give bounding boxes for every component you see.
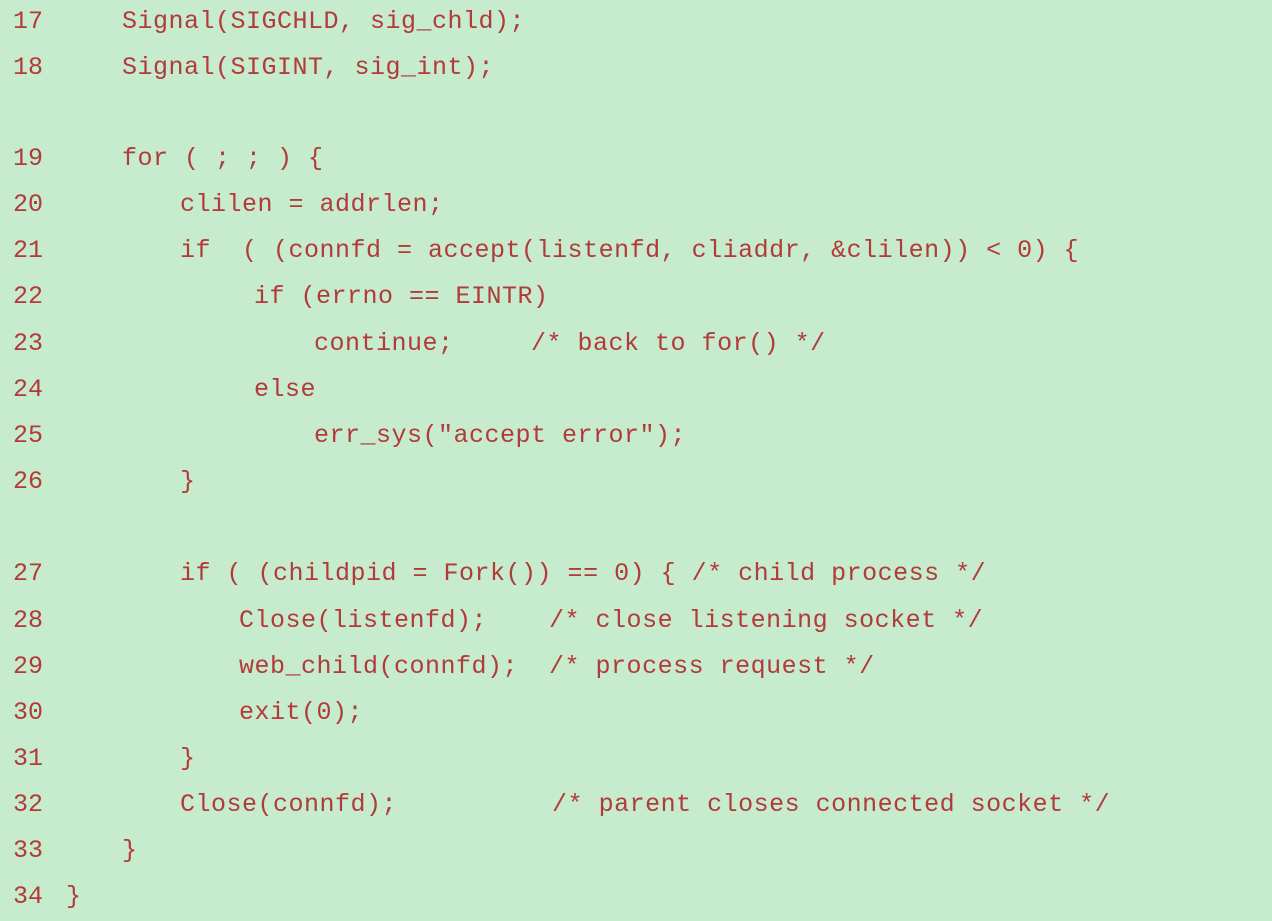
code-line-30: 30 exit(0); [0,691,363,735]
code-line-26: 26 } [0,460,195,504]
code-line-20: 20 clilen = addrlen; [0,183,443,227]
line-number: 23 [13,329,44,358]
line-number: 32 [13,790,44,819]
code-line-17: 17 Signal(SIGCHLD, sig_chld); [0,0,525,44]
line-number: 29 [13,652,44,681]
code-line-29: 29 web_child(connfd); /* process request… [0,645,874,689]
line-text: Close(connfd); /* parent closes connecte… [180,790,1111,819]
line-text: continue; /* back to for() */ [314,329,826,358]
line-text: } [66,882,82,911]
code-line-27: 27 if ( (childpid = Fork()) == 0) { /* c… [0,552,986,596]
code-line-19: 19 for ( ; ; ) { [0,137,323,181]
line-number: 30 [13,698,44,727]
code-line-18: 18 Signal(SIGINT, sig_int); [0,46,494,90]
line-text: if ( (connfd = accept(listenfd, cliaddr,… [180,236,1080,265]
code-line-28: 28 Close(listenfd); /* close listening s… [0,599,983,643]
line-number: 21 [13,236,44,265]
code-line-31: 31 } [0,737,195,781]
line-text: else [254,375,317,404]
code-line-25: 25 err_sys("accept error"); [0,414,686,458]
code-line-22: 22 if (errno == EINTR) [0,275,548,319]
code-line-32: 32 Close(connfd); /* parent closes conne… [0,783,1110,827]
code-line-21: 21 if ( (connfd = accept(listenfd, cliad… [0,229,1079,273]
line-number: 18 [13,53,44,82]
code-line-23: 23 continue; /* back to for() */ [0,322,825,366]
line-number: 20 [13,190,44,219]
line-number: 22 [13,282,44,311]
line-text: Signal(SIGCHLD, sig_chld); [122,7,526,36]
line-text: clilen = addrlen; [180,190,444,219]
line-number: 31 [13,744,44,773]
code-line-34: 34 } [0,875,81,919]
code-listing: 17 Signal(SIGCHLD, sig_chld); 18 Signal(… [0,0,1272,921]
line-text: exit(0); [239,698,364,727]
line-text: web_child(connfd); /* process request */ [239,652,875,681]
code-line-24: 24 else [0,368,316,412]
line-number: 17 [13,7,44,36]
code-line-33: 33 } [0,829,137,873]
line-text: } [180,467,196,496]
line-text: if ( (childpid = Fork()) == 0) { /* chil… [180,559,987,588]
line-text: } [180,744,196,773]
line-number: 24 [13,375,44,404]
line-number: 27 [13,559,44,588]
line-text: for ( ; ; ) { [122,144,324,173]
line-number: 19 [13,144,44,173]
line-number: 28 [13,606,44,635]
line-number: 34 [13,882,44,911]
line-number: 33 [13,836,44,865]
line-text: if (errno == EINTR) [254,282,549,311]
line-text: err_sys("accept error"); [314,421,687,450]
line-number: 25 [13,421,44,450]
line-number: 26 [13,467,44,496]
line-text: Close(listenfd); /* close listening sock… [239,606,984,635]
line-text: } [122,836,138,865]
line-text: Signal(SIGINT, sig_int); [122,53,495,82]
